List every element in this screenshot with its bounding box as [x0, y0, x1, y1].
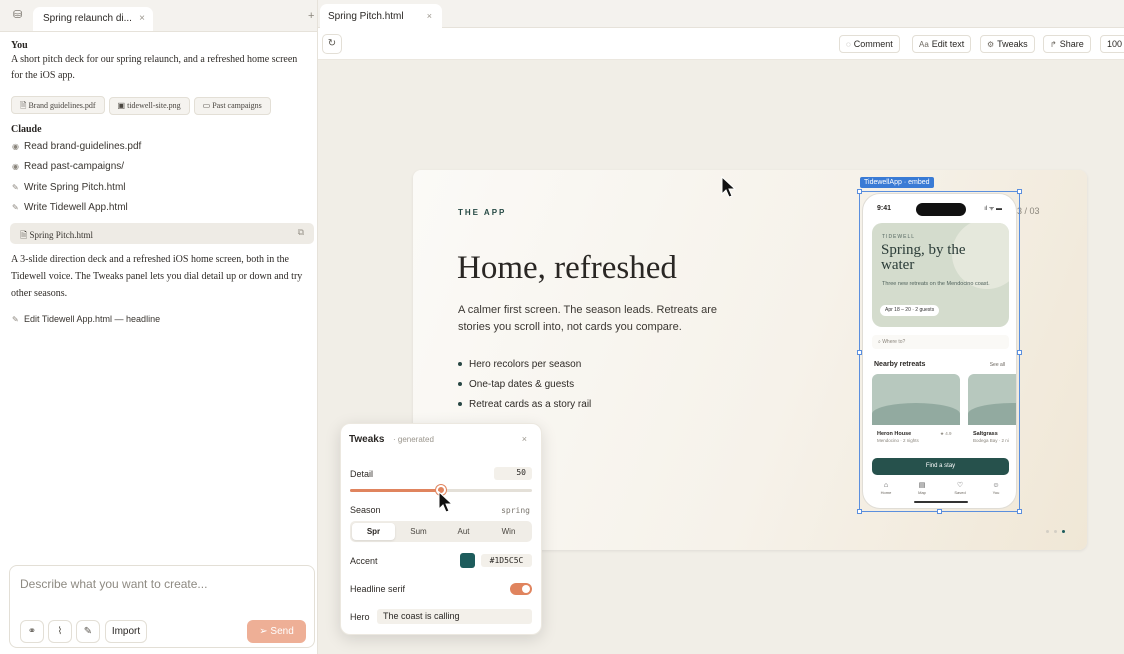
cursor-icon [721, 176, 737, 198]
hero-label: Hero [350, 612, 370, 622]
resize-handle[interactable] [857, 509, 862, 514]
pencil-icon: ✎ [12, 183, 19, 192]
slide-dot-1[interactable] [1046, 530, 1049, 533]
import-button[interactable]: Import [105, 620, 147, 643]
slide-subtitle: A calmer first screen. The season leads.… [458, 304, 718, 333]
season-value: spring [501, 506, 530, 515]
accent-swatch[interactable] [460, 553, 475, 568]
text-icon: Aa [919, 40, 929, 49]
pencil-icon: ✎ [12, 203, 19, 212]
comment-icon: ◌ [846, 40, 851, 49]
slide-dot-2[interactable] [1054, 530, 1057, 533]
folder-icon: ▭ [202, 101, 213, 110]
slide-dot-3[interactable] [1062, 530, 1065, 533]
cursor-icon [438, 491, 454, 513]
document-tab-bar: Spring Pitch.html × [318, 0, 1124, 28]
refresh-icon[interactable]: ↻ [322, 34, 342, 54]
attachment-chip[interactable]: ▭ Past campaigns [193, 97, 271, 115]
tweaks-button[interactable]: ⚙ Tweaks [980, 35, 1035, 53]
toolbar: ↻ ◌ Comment Aa Edit text ⚙ Tweaks ↱ Share 10… [318, 28, 1124, 60]
new-tab-button[interactable]: + [308, 10, 314, 22]
user-message-text: A short pitch deck for our spring relaun… [11, 54, 298, 81]
action-read: ◉ Read brand-guidelines.pdf [12, 141, 142, 152]
season-label: Season [350, 505, 381, 515]
tweaks-generated: · generated [393, 435, 434, 444]
chat-panel: ⛁ Spring relaunch di... × + You A short … [0, 0, 318, 654]
resize-handle[interactable] [1017, 350, 1022, 355]
bullet-item: One-tap dates & guests [458, 379, 574, 390]
composer[interactable]: Describe what you want to create... ⚭ ⌇ … [9, 565, 315, 648]
tweaks-title: Tweaks [349, 434, 385, 445]
detail-label: Detail [350, 469, 374, 479]
share-button[interactable]: ↱ Share [1043, 35, 1091, 53]
gear-icon: ⚙ [987, 40, 995, 49]
action-write: ✎ Write Spring Pitch.html [12, 182, 126, 193]
sidebar-toggle-icon[interactable]: ⛁ [13, 8, 22, 21]
slider-fill [350, 489, 441, 492]
hero-input[interactable]: The coast is calling [377, 609, 532, 624]
attachment-chip[interactable]: ▣ tidewell-site.png [108, 97, 190, 115]
comment-button[interactable]: ◌ Comment [839, 35, 900, 53]
pencil-icon[interactable]: ✎ [76, 620, 100, 643]
headline-serif-toggle[interactable] [510, 583, 532, 595]
assistant-name: Claude [11, 124, 42, 135]
season-option-sum[interactable]: Sum [397, 523, 440, 540]
action-read: ◉ Read past-campaigns/ [12, 161, 125, 172]
attachments: 🗎 Brand guidelines.pdf ▣ tidewell-site.pn… [11, 95, 307, 115]
zoom-control[interactable]: 100 [1100, 35, 1124, 53]
resize-handle[interactable] [1017, 509, 1022, 514]
embed-label[interactable]: TidewellApp · embed [860, 177, 934, 188]
send-icon: ➢ [259, 626, 271, 637]
slide-page-number: 3 / 03 [1017, 206, 1040, 216]
selection-outline [859, 191, 1020, 512]
tab-chat[interactable]: Spring relaunch di... × [33, 7, 153, 31]
bullet-item: Hero recolors per season [458, 359, 581, 370]
action-write: ✎ Write Tidewell App.html [12, 202, 128, 213]
slide-eyebrow: THE APP [458, 208, 507, 217]
user-name: You [11, 40, 28, 51]
composer-input[interactable]: Describe what you want to create... [20, 577, 207, 591]
user-message: You A short pitch deck for our spring re… [11, 40, 307, 84]
pencil-icon: ✎ [12, 315, 19, 324]
file-icon: 🗎 [20, 230, 30, 240]
slide-headline: Home, refreshed [457, 250, 677, 286]
file-card-name: Spring Pitch.html [29, 230, 94, 240]
resize-handle[interactable] [937, 509, 942, 514]
resize-handle[interactable] [1017, 189, 1022, 194]
season-segmented-control: Spr Sum Aut Win [350, 521, 532, 542]
file-card[interactable]: 🗎 Spring Pitch.html ⧉ [10, 223, 314, 244]
season-option-aut[interactable]: Aut [442, 523, 485, 540]
tweaks-panel: Tweaks · generated × Detail 50 Season sp… [340, 423, 542, 635]
eye-icon: ◉ [12, 162, 19, 171]
headline-serif-label: Headline serif [350, 584, 406, 594]
close-icon[interactable]: × [427, 11, 432, 21]
resize-handle[interactable] [857, 350, 862, 355]
close-icon[interactable]: × [139, 13, 145, 24]
open-external-icon[interactable]: ⧉ [298, 227, 304, 238]
accent-label: Accent [350, 556, 378, 566]
close-icon[interactable]: × [522, 434, 527, 444]
send-button[interactable]: ➢ Send [247, 620, 306, 643]
season-option-spr[interactable]: Spr [352, 523, 395, 540]
paperclip-icon[interactable]: ⌇ [48, 620, 72, 643]
tab-spring-pitch[interactable]: Spring Pitch.html × [320, 4, 442, 28]
edit-text-button[interactable]: Aa Edit text [912, 35, 972, 53]
resize-handle[interactable] [857, 189, 862, 194]
assistant-message-text: A 3-slide direction deck and a refreshed… [11, 254, 303, 299]
action-edit: ✎ Edit Tidewell App.html — headline [12, 314, 161, 324]
attachment-chip[interactable]: 🗎 Brand guidelines.pdf [11, 96, 105, 114]
bullet-item: Retreat cards as a story rail [458, 399, 591, 410]
tab-title: Spring relaunch di... [43, 13, 132, 24]
accent-hex-input[interactable]: #1D5C5C [481, 554, 532, 567]
tab-title: Spring Pitch.html [328, 11, 404, 22]
season-option-win[interactable]: Win [487, 523, 530, 540]
detail-value[interactable]: 50 [494, 467, 532, 480]
chat-tab-bar: ⛁ Spring relaunch di... × + [0, 0, 317, 32]
tools-icon[interactable]: ⚭ [20, 620, 44, 643]
share-icon: ↱ [1050, 40, 1057, 49]
image-icon: ▣ [117, 101, 128, 110]
eye-icon: ◉ [12, 142, 19, 151]
